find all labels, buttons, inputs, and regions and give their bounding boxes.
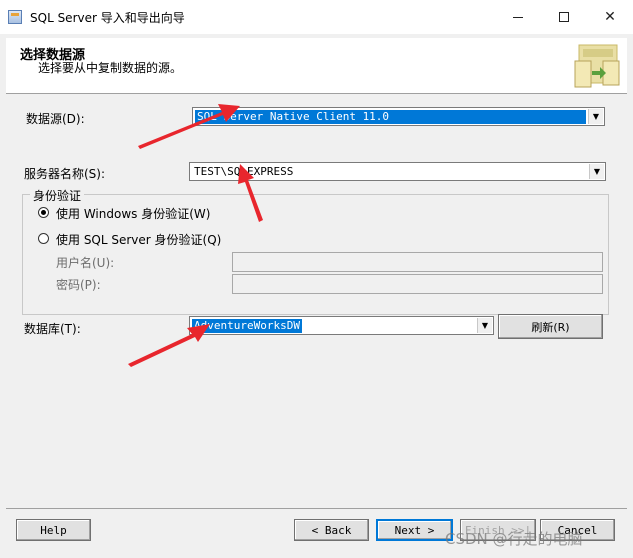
help-button-label: Help bbox=[40, 523, 67, 537]
database-value: AdventureWorksDW bbox=[192, 319, 302, 333]
chevron-down-icon[interactable]: ▼ bbox=[589, 164, 604, 179]
username-input[interactable] bbox=[232, 252, 603, 272]
server-name-label: 服务器名称(S): bbox=[24, 167, 106, 181]
windows-auth-label: 使用 Windows 身份验证(W) bbox=[56, 207, 211, 221]
close-icon: ✕ bbox=[604, 9, 616, 25]
sql-auth-radio[interactable] bbox=[38, 233, 49, 244]
sql-auth-label: 使用 SQL Server 身份验证(Q) bbox=[56, 233, 222, 247]
refresh-button[interactable]: 刷新(R) bbox=[498, 314, 603, 339]
back-button-label: < Back bbox=[311, 523, 352, 537]
page-subtitle: 选择要从中复制数据的源。 bbox=[38, 61, 183, 75]
datasource-label: 数据源(D): bbox=[26, 112, 85, 126]
authentication-group-label: 身份验证 bbox=[30, 187, 85, 204]
back-button[interactable]: < Back bbox=[294, 519, 369, 541]
title-bar: SQL Server 导入和导出向导 ✕ bbox=[0, 0, 633, 34]
password-input[interactable] bbox=[232, 274, 603, 294]
maximize-button[interactable] bbox=[541, 0, 587, 34]
watermark-text: CSDN @行走的电脑 bbox=[445, 530, 583, 548]
windows-auth-radio[interactable] bbox=[38, 207, 49, 218]
next-button[interactable]: Next > bbox=[376, 519, 453, 541]
datasource-combobox[interactable]: SQL Server Native Client 11.0 ▼ bbox=[192, 107, 605, 126]
chevron-down-icon[interactable]: ▼ bbox=[588, 109, 603, 124]
window-title: SQL Server 导入和导出向导 bbox=[30, 11, 185, 25]
datasource-value: SQL Server Native Client 11.0 bbox=[195, 110, 586, 124]
footer-divider bbox=[6, 508, 627, 509]
refresh-button-label: 刷新(R) bbox=[531, 320, 570, 334]
wizard-header: 选择数据源 选择要从中复制数据的源。 bbox=[6, 38, 627, 94]
database-label: 数据库(T): bbox=[24, 322, 81, 336]
close-button[interactable]: ✕ bbox=[587, 0, 633, 34]
maximize-icon bbox=[559, 12, 569, 22]
minimize-icon bbox=[513, 16, 523, 18]
database-combobox[interactable]: AdventureWorksDW ▼ bbox=[189, 316, 494, 335]
chevron-down-icon[interactable]: ▼ bbox=[477, 318, 492, 333]
next-button-label: Next > bbox=[394, 523, 435, 537]
username-label: 用户名(U): bbox=[56, 256, 115, 270]
server-name-value: TEST\SQLEXPRESS bbox=[194, 165, 294, 178]
password-label: 密码(P): bbox=[56, 278, 101, 292]
help-button[interactable]: Help bbox=[16, 519, 91, 541]
app-icon bbox=[8, 10, 22, 24]
minimize-button[interactable] bbox=[495, 0, 541, 34]
wizard-graphic-icon bbox=[574, 44, 620, 88]
server-name-combobox[interactable]: TEST\SQLEXPRESS ▼ bbox=[189, 162, 606, 181]
